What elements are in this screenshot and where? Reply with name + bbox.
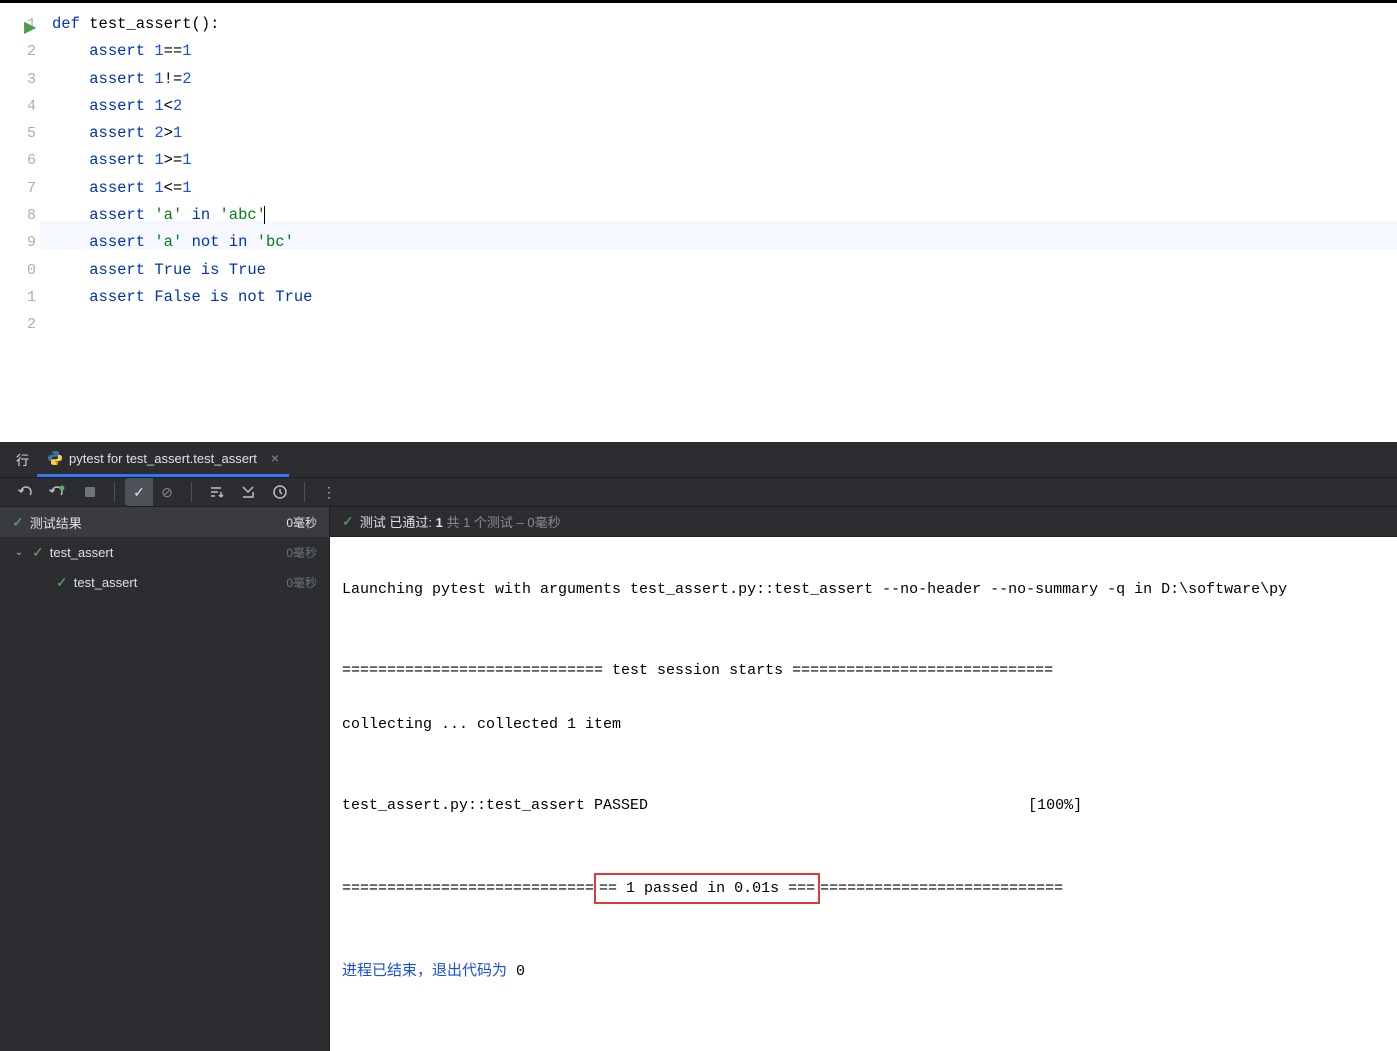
line-number: 9 [0,229,40,256]
chevron-down-icon[interactable]: ⌄ [12,547,26,558]
close-icon[interactable]: × [271,450,279,466]
console-line: collecting ... collected 1 item [342,711,1385,738]
code-line[interactable]: assert 2>1 [52,120,1397,147]
tree-item-label: test_assert [74,575,138,590]
tree-item-label: test_assert [50,545,114,560]
code-line[interactable]: assert 1!=2 [52,66,1397,93]
console-text[interactable]: Launching pytest with arguments test_ass… [330,537,1397,1051]
line-number: 7 [0,175,40,202]
sort-button[interactable] [202,478,230,506]
code-line[interactable]: def test_assert(): [52,11,1397,38]
history-button[interactable] [266,478,294,506]
rerun-failed-button[interactable] [44,478,72,506]
tree-header-time: 0毫秒 [286,514,317,531]
text-caret [264,206,265,224]
test-toolbar: ✓ ⊘ ⋮ [0,478,1397,507]
tree-item-time: 0毫秒 [286,574,317,591]
expand-button[interactable] [234,478,262,506]
check-icon: ✓ [32,544,44,561]
code-line[interactable]: assert 'a' in 'abc' [52,202,1397,229]
line-number: 8 [0,202,40,229]
tree-item[interactable]: ⌄ ✓ test_assert 0毫秒 [0,537,329,567]
results-area: ✓ 测试结果 0毫秒 ⌄ ✓ test_assert 0毫秒 ✓ test_assert… [0,507,1397,1051]
exit-line: 进程已结束，退出代码为 0 [342,958,1385,985]
stop-button[interactable] [76,478,104,506]
console-line: ============================== 1 passed … [342,873,1385,904]
run-tab-label: pytest for test_assert.test_assert [69,451,257,466]
rerun-button[interactable] [12,478,40,506]
tree-item-time: 0毫秒 [286,544,317,561]
tree-header[interactable]: ✓ 测试结果 0毫秒 [0,507,329,537]
code-line[interactable]: assert True is True [52,257,1397,284]
panel-title: 行 [8,450,37,469]
code-line[interactable]: assert 'a' not in 'bc' [52,229,1397,256]
tree-item[interactable]: ✓ test_assert 0毫秒 [0,567,329,597]
python-icon [47,450,63,466]
console-line: ============================= test sessi… [342,657,1385,684]
line-number: 6 [0,147,40,174]
line-number: 5 [0,120,40,147]
code-line[interactable]: assert 1<=1 [52,175,1397,202]
tree-header-label: 测试结果 [30,513,82,532]
run-tab-bar: 行 pytest for test_assert.test_assert × [0,442,1397,478]
code-line[interactable]: assert 1<2 [52,93,1397,120]
test-summary: 测试 已通过: 1 共 1 个测试 – 0毫秒 [360,512,561,531]
show-ignored-toggle[interactable]: ⊘ [153,478,181,506]
console-line: Launching pytest with arguments test_ass… [342,576,1385,603]
line-number: 0 [0,257,40,284]
test-tree[interactable]: ✓ 测试结果 0毫秒 ⌄ ✓ test_assert 0毫秒 ✓ test_assert… [0,507,330,1051]
toolbar-separator [191,482,192,502]
line-number: 3 [0,66,40,93]
line-number: 4 [0,93,40,120]
passed-highlight: == 1 passed in 0.01s === [594,873,820,904]
code-editor[interactable]: 1▶23456789012 def test_assert(): assert … [0,0,1397,442]
check-icon: ✓ [56,574,68,591]
run-panel: 行 pytest for test_assert.test_assert × ✓… [0,442,1397,874]
show-passed-toggle[interactable]: ✓ [125,478,153,506]
more-button[interactable]: ⋮ [315,478,343,506]
toolbar-separator [304,482,305,502]
code-line[interactable]: assert 1>=1 [52,147,1397,174]
code-line[interactable]: assert 1==1 [52,38,1397,65]
line-number: 1 [0,284,40,311]
code-area[interactable]: def test_assert(): assert 1==1 assert 1!… [40,3,1397,442]
check-icon: ✓ [12,514,24,531]
code-line[interactable]: assert False is not True [52,284,1397,311]
toolbar-separator [114,482,115,502]
console-header: ✓ 测试 已通过: 1 共 1 个测试 – 0毫秒 [330,507,1397,537]
console-output: ✓ 测试 已通过: 1 共 1 个测试 – 0毫秒 Launching pyte… [330,507,1397,1051]
check-icon: ✓ [342,513,354,530]
line-number: 1▶ [0,11,40,38]
line-number: 2 [0,311,40,338]
console-line: test_assert.py::test_assert PASSED[100%] [342,792,1385,819]
run-config-tab[interactable]: pytest for test_assert.test_assert × [37,442,289,477]
line-number: 2 [0,38,40,65]
line-number-gutter: 1▶23456789012 [0,3,40,442]
